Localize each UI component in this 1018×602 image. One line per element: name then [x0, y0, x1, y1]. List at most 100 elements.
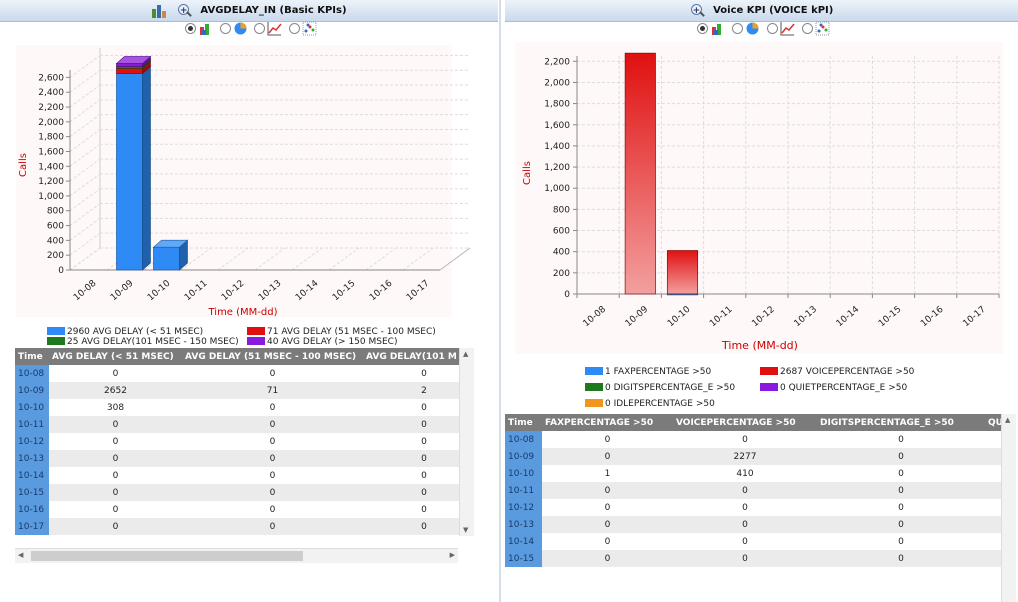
value-cell: 0 [182, 450, 363, 467]
legend-item[interactable]: 0 IDLEPERCENTAGE >50 [585, 399, 715, 409]
time-cell: 10-14 [15, 467, 49, 484]
table-row[interactable]: 10-11 0 0 0 [15, 416, 473, 433]
column-header[interactable]: QU [985, 414, 1001, 431]
bar-chart-radio[interactable] [697, 23, 709, 34]
bar-chart-radio[interactable] [184, 23, 196, 34]
time-column-header[interactable]: Time [15, 348, 49, 365]
table-row[interactable]: 10-14 0 0 0 [505, 533, 1001, 550]
export-icon[interactable] [151, 3, 167, 18]
vertical-scrollbar[interactable]: ▲ [1001, 414, 1016, 602]
column-header[interactable]: AVG DELAY (51 MSEC - 100 MSEC) [182, 348, 363, 365]
table-row[interactable]: 10-09 0 2277 0 [505, 448, 1001, 465]
value-cell: 0 [269, 504, 276, 515]
zoom-icon[interactable] [177, 1, 192, 22]
scroll-right-icon[interactable]: ▶ [450, 551, 455, 559]
column-header[interactable]: AVG DELAY (< 51 MSEC) [49, 348, 182, 365]
column-header[interactable]: DIGITSPERCENTAGE_E >50 [817, 414, 985, 431]
x-axis-label: Time (MM-dd) [721, 339, 798, 352]
chart-title: Voice KPI (VOICE kPI) [713, 5, 834, 16]
legend-label: 0 IDLEPERCENTAGE >50 [605, 399, 715, 409]
legend-item[interactable]: 2960 AVG DELAY (< 51 MSEC) [47, 327, 203, 337]
column-header[interactable]: VOICEPERCENTAGE >50 [673, 414, 817, 431]
legend-swatch [247, 327, 265, 335]
value-cell: 0 [182, 484, 363, 501]
legend-item[interactable]: 0 QUIETPERCENTAGE_E >50 [760, 383, 907, 393]
value-cell: 0 [49, 450, 182, 467]
time-column-header[interactable]: Time [505, 414, 542, 431]
y-tick-label: 2,000 [38, 118, 64, 128]
bar-segment[interactable] [152, 239, 189, 271]
table-row[interactable]: 10-10 308 0 0 [15, 399, 473, 416]
pie-chart-radio[interactable] [732, 23, 744, 34]
column-header[interactable]: AVG DELAY(101 M [363, 348, 473, 365]
legend-label: 0 QUIETPERCENTAGE_E >50 [780, 383, 908, 393]
scroll-up-icon[interactable]: ▲ [1005, 416, 1010, 424]
pie-chart-icon [746, 22, 759, 35]
zoom-icon[interactable] [690, 1, 705, 22]
table-row[interactable]: 10-11 0 0 0 [505, 482, 1001, 499]
y-axis-label: Calls [18, 153, 29, 177]
line-chart-radio[interactable] [766, 23, 778, 34]
legend-item[interactable]: 25 AVG DELAY(101 MSEC - 150 MSEC) [47, 337, 239, 347]
scroll-up-icon[interactable]: ▲ [463, 350, 468, 358]
table-row[interactable]: 10-08 0 0 0 [505, 431, 1001, 448]
table-row[interactable]: 10-13 0 0 0 [15, 450, 473, 467]
value-cell: 0 [421, 368, 427, 379]
y-tick-label: 2,600 [38, 73, 64, 83]
time-cell: 10-14 [505, 533, 542, 550]
value-cell: 2652 [49, 382, 182, 399]
avgdelay-chart: 10-08 10-09 10-10 10-11 10-12 10-13 10-14 10-15… [16, 45, 471, 318]
legend-item[interactable]: 2687 VOICEPERCENTAGE >50 [760, 367, 914, 377]
pie-chart-radio[interactable] [219, 23, 231, 34]
table-row[interactable]: 10-15 0 0 0 [505, 550, 1001, 567]
time-cell: 10-15 [15, 484, 49, 501]
table-row[interactable]: 10-12 0 0 0 [505, 499, 1001, 516]
value-cell: 0 [363, 484, 473, 501]
value-cell: 0 [112, 504, 119, 515]
scatter-chart-radio[interactable] [801, 23, 813, 34]
table-row[interactable]: 10-13 0 0 0 [505, 516, 1001, 533]
value-cell: 0 [269, 436, 276, 447]
avgdelay-titlebar: AVGDELAY_IN (Basic KPIs) [0, 0, 498, 22]
time-cell: 10-11 [505, 482, 542, 499]
scroll-thumb[interactable] [31, 551, 303, 561]
line-chart-radio[interactable] [254, 23, 266, 34]
voice-kpi-table: Time FAXPERCENTAGE >50 VOICEPERCENTAGE >50… [505, 414, 1001, 602]
scatter-chart-radio[interactable] [289, 23, 301, 34]
scroll-down-icon[interactable]: ▼ [463, 526, 468, 534]
legend-item[interactable]: 71 AVG DELAY (51 MSEC - 100 MSEC) [247, 327, 436, 337]
value-cell: 0 [182, 518, 363, 535]
legend-item[interactable]: 1 FAXPERCENTAGE >50 [585, 367, 711, 377]
value-cell: 0 [673, 482, 817, 499]
bar-segment[interactable] [666, 250, 699, 295]
time-cell: 10-10 [505, 465, 542, 482]
legend-item[interactable]: 0 DIGITSPERCENTAGE_E >50 [585, 383, 735, 393]
table-row[interactable]: 10-14 0 0 0 [15, 467, 473, 484]
chart-type-selector [0, 21, 498, 39]
value-cell [985, 533, 1001, 550]
horizontal-scrollbar[interactable]: ◀ ▶ [15, 548, 458, 563]
table-row[interactable]: 10-10 1 410 0 [505, 465, 1001, 482]
y-tick-label: 200 [47, 251, 64, 261]
avgdelay-panel: AVGDELAY_IN (Basic KPIs) 10-0810-0910-10… [0, 0, 498, 602]
scroll-left-icon[interactable]: ◀ [18, 551, 23, 559]
column-header[interactable]: FAXPERCENTAGE >50 [542, 414, 673, 431]
table-row[interactable]: 10-15 0 0 0 [15, 484, 473, 501]
y-tick-label: 2,200 [544, 57, 570, 67]
time-cell: 10-13 [505, 516, 542, 533]
table-row[interactable]: 10-12 0 0 0 [15, 433, 473, 450]
legend-swatch [247, 337, 265, 345]
bar-segment[interactable] [624, 52, 656, 295]
table-row[interactable]: 10-09 2652 71 2 [15, 382, 473, 399]
x-axis-label: Time (MM-dd) [207, 307, 277, 318]
table-row[interactable]: 10-16 0 0 0 [15, 501, 473, 518]
table-row[interactable]: 10-17 0 0 0 [15, 518, 473, 535]
table-row[interactable]: 10-08 0 0 0 [15, 365, 473, 382]
legend-label: 71 AVG DELAY (51 MSEC - 100 MSEC) [267, 327, 436, 337]
chart-title: AVGDELAY_IN (Basic KPIs) [200, 5, 347, 16]
bar-segment[interactable] [115, 65, 152, 271]
legend-item[interactable]: 40 AVG DELAY (> 150 MSEC) [247, 337, 397, 347]
vertical-scrollbar[interactable]: ▲ ▼ [459, 348, 474, 536]
value-cell: 0 [898, 468, 904, 479]
value-cell: 0 [673, 550, 817, 567]
